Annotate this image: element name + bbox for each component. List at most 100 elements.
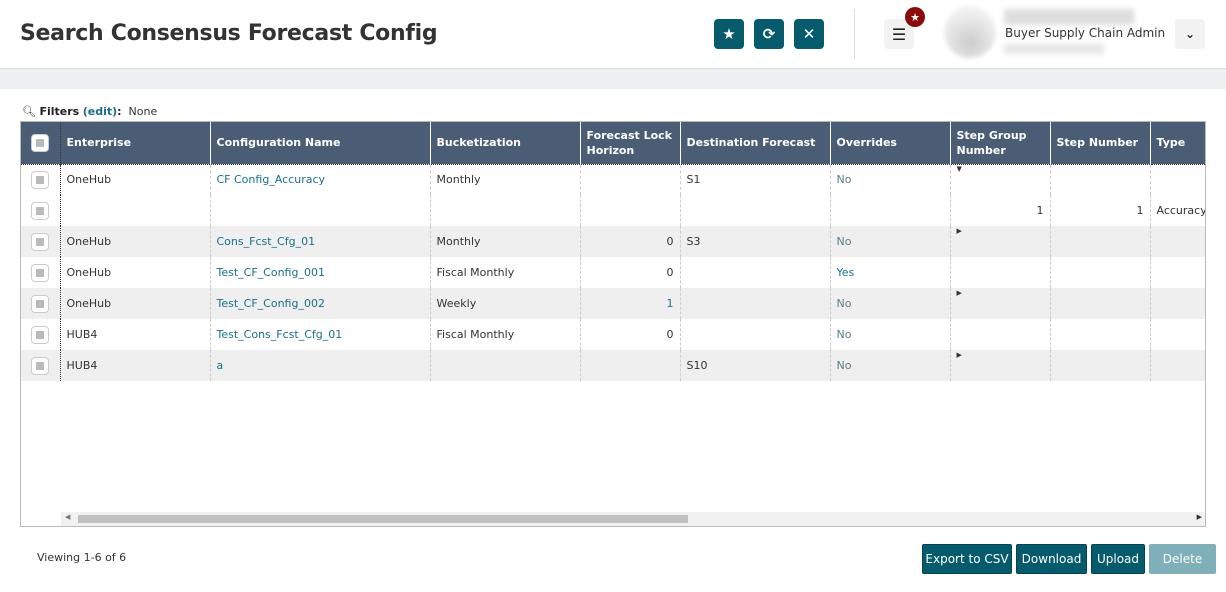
table-row[interactable]: HUB4 Test_Cons_Fcst_Cfg_01 Fiscal Monthly 0… — [21, 319, 1205, 350]
column-header-bucketization[interactable]: Bucketization — [430, 122, 581, 164]
divider — [854, 9, 855, 59]
filters-edit-link[interactable]: (edit) — [83, 105, 117, 118]
scroll-left-icon[interactable]: ◀ — [65, 513, 70, 521]
row-checkbox[interactable] — [21, 226, 61, 257]
cell-type-text: Accuracy — [1156, 204, 1206, 217]
cell-overrides-text: No — [836, 297, 852, 310]
cell-sn: 1 — [1050, 195, 1151, 226]
cell-sgn — [950, 319, 1051, 350]
expand-toggle-icon[interactable]: ▶ — [957, 289, 962, 297]
cell-config-text[interactable]: Test_CF_Config_002 — [217, 297, 325, 310]
page-header: Search Consensus Forecast Config ★ ⟳ ✕ ☰… — [0, 0, 1226, 69]
export-csv-button[interactable]: Export to CSV — [922, 544, 1012, 574]
cell-type — [1150, 257, 1205, 288]
table-row[interactable]: OneHub Test_CF_Config_001 Fiscal Monthly 0 Y… — [21, 257, 1205, 288]
star-icon: ★ — [910, 10, 920, 24]
cell-overrides-text: Yes — [836, 266, 855, 279]
column-header-enterprise[interactable]: Enterprise — [60, 122, 211, 164]
cell-dest-text: S3 — [686, 235, 701, 248]
star-icon: ★ — [722, 25, 736, 43]
cell-type — [1150, 226, 1205, 257]
cell-overrides: No — [830, 226, 951, 257]
cell-sn — [1050, 350, 1151, 381]
cell-bucket-text: Fiscal Monthly — [436, 266, 515, 279]
filters-value: None — [128, 105, 158, 118]
column-header-step-number[interactable]: Step Number — [1050, 122, 1151, 164]
filters-label: Filters — [39, 105, 80, 118]
cell-config[interactable]: Test_CF_Config_001 — [210, 257, 431, 288]
refresh-button[interactable]: ⟳ — [754, 19, 784, 49]
cell-sgn-text: 1 — [1036, 204, 1044, 217]
download-button[interactable]: Download — [1016, 544, 1087, 574]
select-all-checkbox[interactable] — [21, 122, 61, 164]
cell-dest: S10 — [680, 350, 831, 381]
cell-config-text[interactable]: Test_Cons_Fcst_Cfg_01 — [217, 328, 343, 341]
favorite-button[interactable]: ★ — [714, 19, 744, 49]
user-menu-button[interactable]: ⌄ — [1175, 19, 1205, 49]
table-row[interactable]: OneHub Cons_Fcst_Cfg_01 Monthly 0 S3 No ▶ — [21, 226, 1205, 257]
cell-config[interactable]: Test_Cons_Fcst_Cfg_01 — [210, 319, 431, 350]
cell-config[interactable]: CF Config_Accuracy — [210, 163, 431, 195]
cell-overrides-text: No — [836, 359, 852, 372]
cell-type — [1150, 319, 1205, 350]
row-checkbox[interactable] — [21, 257, 61, 288]
cell-config-text[interactable]: CF Config_Accuracy — [217, 173, 326, 186]
cell-dest — [680, 288, 831, 319]
cell-config-text[interactable]: Cons_Fcst_Cfg_01 — [217, 235, 316, 248]
cell-enterprise — [60, 195, 211, 226]
upload-button[interactable]: Upload — [1091, 544, 1145, 574]
cell-overrides — [830, 195, 951, 226]
cell-flh-text: 1 — [666, 297, 674, 310]
cell-enterprise: OneHub — [60, 163, 211, 195]
cell-flh — [580, 350, 681, 381]
cell-config[interactable] — [210, 195, 431, 226]
cell-type — [1150, 350, 1205, 381]
cell-flh: 0 — [580, 319, 681, 350]
cell-overrides: No — [830, 163, 951, 195]
expand-toggle-icon[interactable]: ▶ — [957, 227, 962, 235]
user-role: Buyer Supply Chain Admin — [1005, 26, 1166, 40]
cell-type — [1150, 163, 1205, 195]
table-row[interactable]: OneHub CF Config_Accuracy Monthly S1 No ▼ — [21, 163, 1205, 195]
cell-config[interactable]: Test_CF_Config_002 — [210, 288, 431, 319]
cell-sgn: ▶ — [950, 226, 1051, 257]
row-checkbox[interactable] — [21, 163, 61, 195]
row-checkbox[interactable] — [21, 319, 61, 350]
horizontal-scrollbar[interactable]: ◀ ▶ — [61, 512, 1205, 526]
cell-config[interactable]: Cons_Fcst_Cfg_01 — [210, 226, 431, 257]
cell-sn — [1050, 257, 1151, 288]
cell-enterprise: HUB4 — [60, 350, 211, 381]
column-header-type[interactable]: Type — [1150, 122, 1205, 164]
column-header-overrides[interactable]: Overrides — [830, 122, 951, 164]
column-header-step-group-number[interactable]: Step Group Number — [950, 122, 1051, 164]
column-header-forecast-lock-horizon[interactable]: Forecast Lock Horizon — [580, 122, 681, 164]
row-checkbox[interactable] — [21, 288, 61, 319]
close-button[interactable]: ✕ — [794, 19, 824, 49]
notification-badge[interactable]: ★ — [905, 7, 925, 27]
cell-enterprise: HUB4 — [60, 319, 211, 350]
table-row[interactable]: OneHub Test_CF_Config_002 Weekly 1 No ▶ — [21, 288, 1205, 319]
cell-config-text[interactable]: a — [217, 359, 224, 372]
cell-enterprise: OneHub — [60, 257, 211, 288]
table-row[interactable]: HUB4 a S10 No ▶ — [21, 350, 1205, 381]
cell-flh — [580, 163, 681, 195]
cell-dest-text: S1 — [686, 173, 701, 187]
cell-enterprise-text: OneHub — [66, 235, 112, 248]
avatar[interactable] — [944, 6, 996, 58]
column-header-configuration-name[interactable]: Configuration Name — [210, 122, 431, 164]
cell-dest — [680, 319, 831, 350]
expanded-toggle-icon[interactable]: ▼ — [957, 165, 962, 173]
cell-config[interactable]: a — [210, 350, 431, 381]
column-header-destination-forecast[interactable]: Destination Forecast — [680, 122, 831, 164]
row-checkbox[interactable] — [21, 350, 61, 381]
row-checkbox[interactable] — [21, 195, 61, 226]
delete-button[interactable]: Delete — [1149, 544, 1216, 574]
scrollbar-thumb[interactable] — [78, 515, 688, 523]
scroll-right-icon[interactable]: ▶ — [1197, 513, 1202, 521]
cell-overrides-text: No — [836, 235, 852, 248]
cell-enterprise-text: OneHub — [66, 266, 112, 279]
pagination-info: Viewing 1-6 of 6 — [37, 551, 127, 564]
table-row[interactable]: 1 1 Accuracy — [21, 195, 1206, 226]
cell-config-text[interactable]: Test_CF_Config_001 — [217, 266, 325, 279]
expand-toggle-icon[interactable]: ▶ — [957, 351, 962, 359]
